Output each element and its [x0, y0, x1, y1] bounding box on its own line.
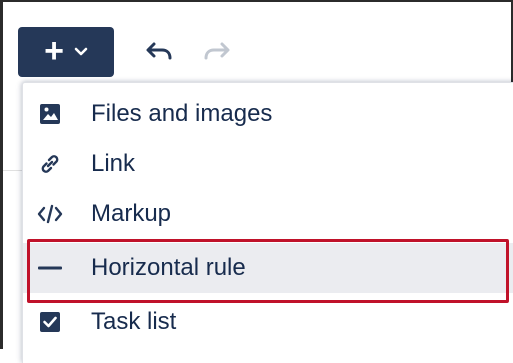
menu-item-label: Link — [91, 150, 136, 177]
menu-item-markup[interactable]: Markup — [23, 189, 513, 239]
image-icon — [36, 100, 64, 128]
editor-toolbar: + — [3, 2, 511, 77]
menu-item-files-and-images[interactable]: Files and images — [23, 89, 513, 139]
menu-item-label: Files and images — [91, 100, 273, 127]
menu-item-link[interactable]: Link — [23, 139, 513, 189]
insert-menu-button[interactable]: + — [18, 27, 114, 77]
chevron-down-icon — [74, 47, 88, 56]
link-icon — [36, 150, 64, 178]
redo-icon[interactable] — [199, 40, 233, 62]
insert-dropdown-menu: Files and images Link Markup Horizontal … — [22, 82, 513, 363]
editor-background-divider — [3, 170, 22, 171]
annotation-highlight-box — [27, 239, 509, 303]
plus-icon: + — [44, 32, 64, 70]
menu-item-label: Markup — [91, 200, 172, 227]
undo-icon[interactable] — [143, 40, 177, 62]
code-icon — [36, 200, 64, 228]
menu-item-label: Task list — [91, 308, 177, 335]
checkbox-icon — [36, 308, 64, 336]
menu-item-task-list[interactable]: Task list — [23, 297, 513, 347]
